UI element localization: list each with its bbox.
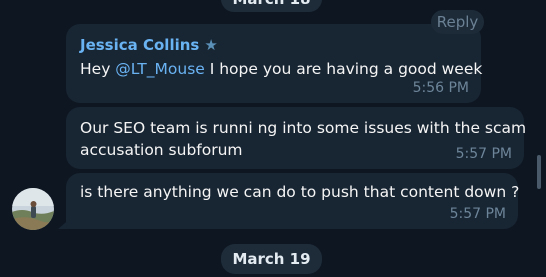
star-icon: ★ — [204, 36, 218, 54]
sender-name-row: Jessica Collins ★ — [80, 36, 218, 54]
message-timestamp: 5:56 PM — [412, 80, 469, 96]
avatar-image — [12, 188, 54, 230]
mention-link[interactable]: @LT_Mouse — [115, 60, 205, 78]
message-text-line-2: accusation subforum — [80, 141, 243, 159]
sender-name[interactable]: Jessica Collins — [80, 36, 199, 54]
message-timestamp: 5:57 PM — [449, 206, 506, 222]
message-text-line-1: Our SEO team is runni ng into some issue… — [80, 119, 527, 137]
message-text-suffix: I hope you are having a good week — [204, 60, 483, 78]
message-timestamp: 5:57 PM — [455, 146, 512, 162]
message-bubble[interactable]: Jessica Collins ★ Hey @LT_Mouse I hope yo… — [66, 24, 482, 103]
message-text-prefix: Hey — [80, 60, 116, 78]
message-text: is there anything we can do to push that… — [80, 183, 520, 201]
message-bubble[interactable]: is there anything we can do to push that… — [66, 173, 520, 229]
message-text: Hey @LT_Mouse I hope you are having a go… — [80, 58, 482, 80]
avatar[interactable] — [12, 188, 54, 230]
message-bubble[interactable]: Our SEO team is runni ng into some issue… — [66, 107, 527, 169]
scrollbar-thumb[interactable] — [537, 155, 541, 189]
date-separator-march-19: March 19 — [221, 244, 322, 274]
reply-button[interactable]: Reply — [431, 10, 484, 34]
date-separator-march-18: March 18 — [221, 0, 322, 12]
